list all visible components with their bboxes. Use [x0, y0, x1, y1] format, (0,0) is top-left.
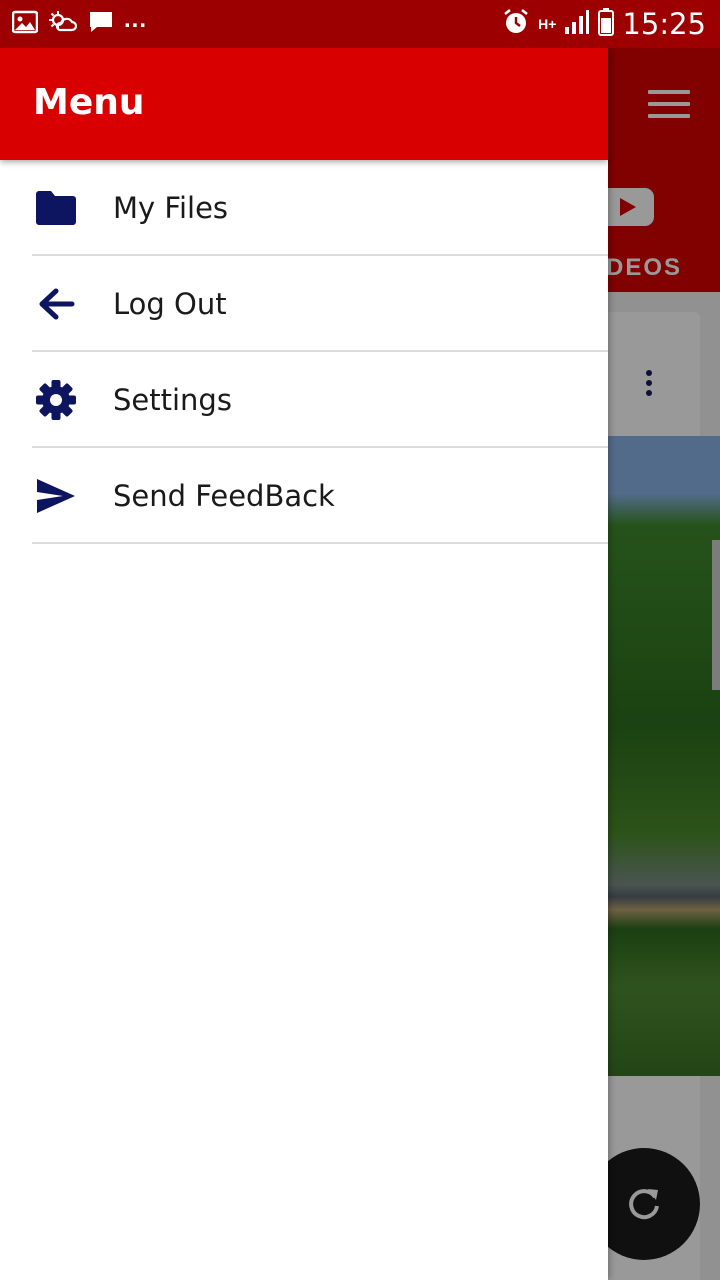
folder-icon [32, 184, 80, 232]
gear-icon [32, 376, 80, 424]
drawer-title: Menu [33, 82, 145, 123]
chat-icon [88, 10, 114, 39]
menu-item-label: Send FeedBack [113, 479, 335, 513]
menu-item-settings[interactable]: Settings [0, 352, 608, 448]
arrow-left-icon [32, 280, 80, 328]
weather-icon [48, 10, 78, 39]
send-icon [32, 472, 80, 520]
menu-item-log-out[interactable]: Log Out [0, 256, 608, 352]
drawer-menu: My Files Log Out Settings Send FeedBack [0, 160, 608, 544]
menu-item-my-files[interactable]: My Files [0, 160, 608, 256]
drawer-header: Menu [0, 48, 608, 160]
menu-item-send-feedback[interactable]: Send FeedBack [0, 448, 608, 544]
status-bar-system: H+ 15:25 [502, 7, 706, 41]
status-bar: ... H+ 15:25 [0, 0, 720, 48]
signal-icon [564, 9, 590, 40]
divider [32, 542, 608, 544]
alarm-icon [502, 8, 530, 41]
navigation-drawer: Menu My Files Log Out Settings Send Feed… [0, 48, 608, 1280]
status-bar-notifications: ... [11, 6, 147, 39]
menu-item-label: Log Out [113, 287, 227, 321]
battery-icon [598, 7, 615, 41]
menu-item-label: My Files [113, 191, 229, 225]
menu-item-label: Settings [113, 383, 232, 417]
network-type-icon: H+ [538, 16, 557, 32]
clock: 15:25 [622, 7, 706, 41]
image-icon [11, 10, 39, 39]
more-notifications: ... [124, 6, 148, 33]
